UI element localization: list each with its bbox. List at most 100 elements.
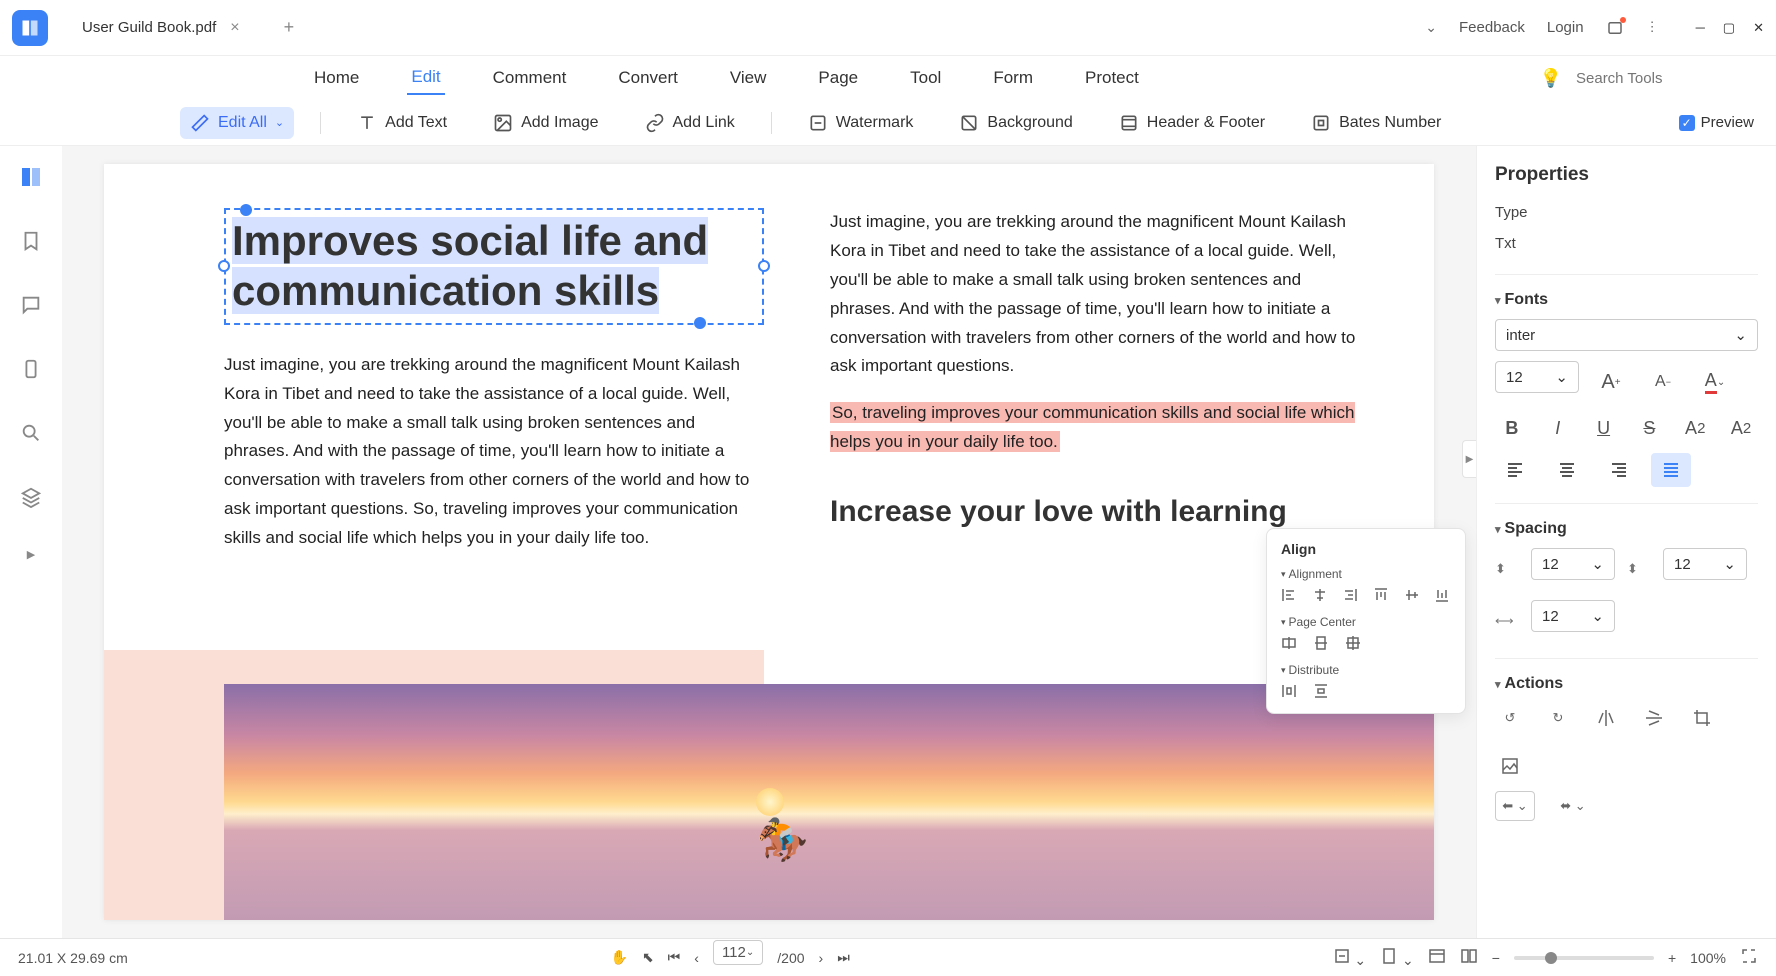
hand-tool-icon[interactable]: ✋ [611, 949, 628, 966]
zoom-slider[interactable] [1514, 956, 1654, 960]
preview-checkbox[interactable]: ✓ Preview [1679, 114, 1754, 131]
hero-image[interactable]: 🏇 [104, 650, 1434, 920]
comment-icon[interactable] [12, 286, 50, 324]
selected-text-box[interactable]: Improves social life and communication s… [224, 208, 764, 325]
distribute-h-icon[interactable] [1281, 683, 1299, 701]
collapse-panel-icon[interactable]: ▶ [1462, 440, 1476, 478]
close-tab-icon[interactable]: × [230, 19, 239, 37]
underline-icon[interactable]: U [1587, 411, 1621, 445]
background-button[interactable]: Background [949, 107, 1082, 139]
decrease-font-icon[interactable]: A− [1643, 365, 1683, 399]
italic-icon[interactable]: I [1541, 411, 1575, 445]
fullscreen-icon[interactable] [1740, 947, 1758, 968]
body-paragraph-2[interactable]: Just imagine, you are trekking around th… [830, 208, 1370, 381]
zoom-in-icon[interactable]: + [1668, 950, 1676, 966]
menu-home[interactable]: Home [310, 62, 363, 94]
flip-v-icon[interactable] [1639, 703, 1669, 733]
menu-convert[interactable]: Convert [614, 62, 682, 94]
search-tools-input[interactable] [1576, 70, 1756, 87]
document-tab[interactable]: User Guild Book.pdf × [64, 8, 258, 48]
align-center-v-icon[interactable] [1404, 587, 1421, 605]
login-link[interactable]: Login [1547, 19, 1584, 36]
align-right-icon[interactable] [1342, 587, 1359, 605]
thumbnails-icon[interactable] [12, 158, 50, 196]
arrange-1-icon[interactable]: ⬅ ⌄ [1495, 791, 1535, 821]
header-footer-button[interactable]: Header & Footer [1109, 107, 1275, 139]
more-icon[interactable]: ⋮ [1646, 19, 1664, 37]
increase-font-icon[interactable]: A+ [1591, 365, 1631, 399]
page-number-input[interactable]: 112 ⌄ [713, 940, 763, 965]
prev-page-icon[interactable]: ‹ [694, 950, 699, 966]
watermark-button[interactable]: Watermark [798, 107, 924, 139]
fonts-section[interactable]: Fonts [1495, 291, 1758, 309]
zoom-out-icon[interactable]: − [1492, 950, 1500, 966]
strikethrough-icon[interactable]: S [1632, 411, 1666, 445]
align-center-h-icon[interactable] [1312, 587, 1329, 605]
align-center-text-icon[interactable] [1547, 453, 1587, 487]
bold-icon[interactable]: B [1495, 411, 1529, 445]
justify-text-icon[interactable] [1651, 453, 1691, 487]
first-page-icon[interactable]: ⏮ [668, 949, 681, 966]
menu-page[interactable]: Page [814, 62, 862, 94]
subscript-icon[interactable]: A2 [1724, 411, 1758, 445]
align-left-text-icon[interactable] [1495, 453, 1535, 487]
actions-section[interactable]: Actions [1495, 675, 1758, 693]
replace-image-icon[interactable] [1495, 751, 1525, 781]
menu-form[interactable]: Form [989, 62, 1037, 94]
heading-text[interactable]: Improves social life and communication s… [226, 210, 762, 323]
char-spacing-dropdown[interactable]: 12⌄ [1531, 600, 1615, 632]
add-text-button[interactable]: Add Text [347, 107, 457, 139]
line-spacing-before-dropdown[interactable]: 12⌄ [1531, 548, 1615, 580]
next-page-icon[interactable]: › [819, 950, 824, 966]
flip-h-icon[interactable] [1591, 703, 1621, 733]
notification-icon[interactable] [1606, 19, 1624, 37]
center-h-icon[interactable] [1281, 635, 1299, 653]
new-tab-button[interactable]: + [284, 17, 295, 38]
align-bottom-icon[interactable] [1434, 587, 1451, 605]
center-both-icon[interactable] [1345, 635, 1363, 653]
bookmark-icon[interactable] [12, 222, 50, 260]
add-link-button[interactable]: Add Link [635, 107, 745, 139]
fit-page-icon[interactable]: ⌄ [1380, 947, 1414, 969]
menu-edit[interactable]: Edit [407, 61, 444, 95]
menu-protect[interactable]: Protect [1081, 62, 1143, 94]
align-top-icon[interactable] [1373, 587, 1390, 605]
add-image-button[interactable]: Add Image [483, 107, 608, 139]
fit-width-icon[interactable]: ⌄ [1333, 947, 1367, 969]
close-window-button[interactable]: ✕ [1753, 20, 1764, 36]
font-color-icon[interactable]: A ⌄ [1695, 365, 1735, 399]
menu-comment[interactable]: Comment [489, 62, 571, 94]
lightbulb-icon[interactable]: 💡 [1540, 68, 1562, 89]
rotate-right-icon[interactable]: ↻ [1543, 703, 1573, 733]
crop-icon[interactable] [1687, 703, 1717, 733]
subheading[interactable]: Increase your love with learning [830, 495, 1370, 529]
center-v-icon[interactable] [1313, 635, 1331, 653]
last-page-icon[interactable]: ⏭ [837, 949, 850, 966]
align-right-text-icon[interactable] [1599, 453, 1639, 487]
menu-view[interactable]: View [726, 62, 771, 94]
view-mode-1-icon[interactable] [1428, 947, 1446, 968]
minimize-button[interactable]: ─ [1696, 20, 1705, 36]
attachment-icon[interactable] [12, 350, 50, 388]
select-tool-icon[interactable]: ⬉ [642, 949, 654, 966]
feedback-link[interactable]: Feedback [1459, 19, 1525, 36]
bates-number-button[interactable]: Bates Number [1301, 107, 1451, 139]
rotate-left-icon[interactable]: ↺ [1495, 703, 1525, 733]
body-paragraph-1[interactable]: Just imagine, you are trekking around th… [224, 351, 764, 553]
spacing-section[interactable]: Spacing [1495, 520, 1758, 538]
chevron-down-icon[interactable]: ⌄ [1425, 19, 1437, 36]
edit-all-button[interactable]: Edit All ⌄ [180, 107, 294, 139]
search-icon[interactable] [12, 414, 50, 452]
expand-rail-icon[interactable]: ▶ [27, 548, 35, 561]
superscript-icon[interactable]: A2 [1678, 411, 1712, 445]
line-spacing-after-dropdown[interactable]: 12⌄ [1663, 548, 1747, 580]
highlighted-text[interactable]: So, traveling improves your communicatio… [830, 399, 1370, 457]
menu-tool[interactable]: Tool [906, 62, 945, 94]
arrange-2-icon[interactable]: ⬌ ⌄ [1553, 791, 1593, 821]
distribute-v-icon[interactable] [1313, 683, 1331, 701]
font-family-dropdown[interactable]: inter⌄ [1495, 319, 1758, 351]
maximize-button[interactable]: ▢ [1723, 20, 1735, 36]
align-left-icon[interactable] [1281, 587, 1298, 605]
view-mode-2-icon[interactable] [1460, 947, 1478, 968]
font-size-dropdown[interactable]: 12⌄ [1495, 361, 1579, 393]
